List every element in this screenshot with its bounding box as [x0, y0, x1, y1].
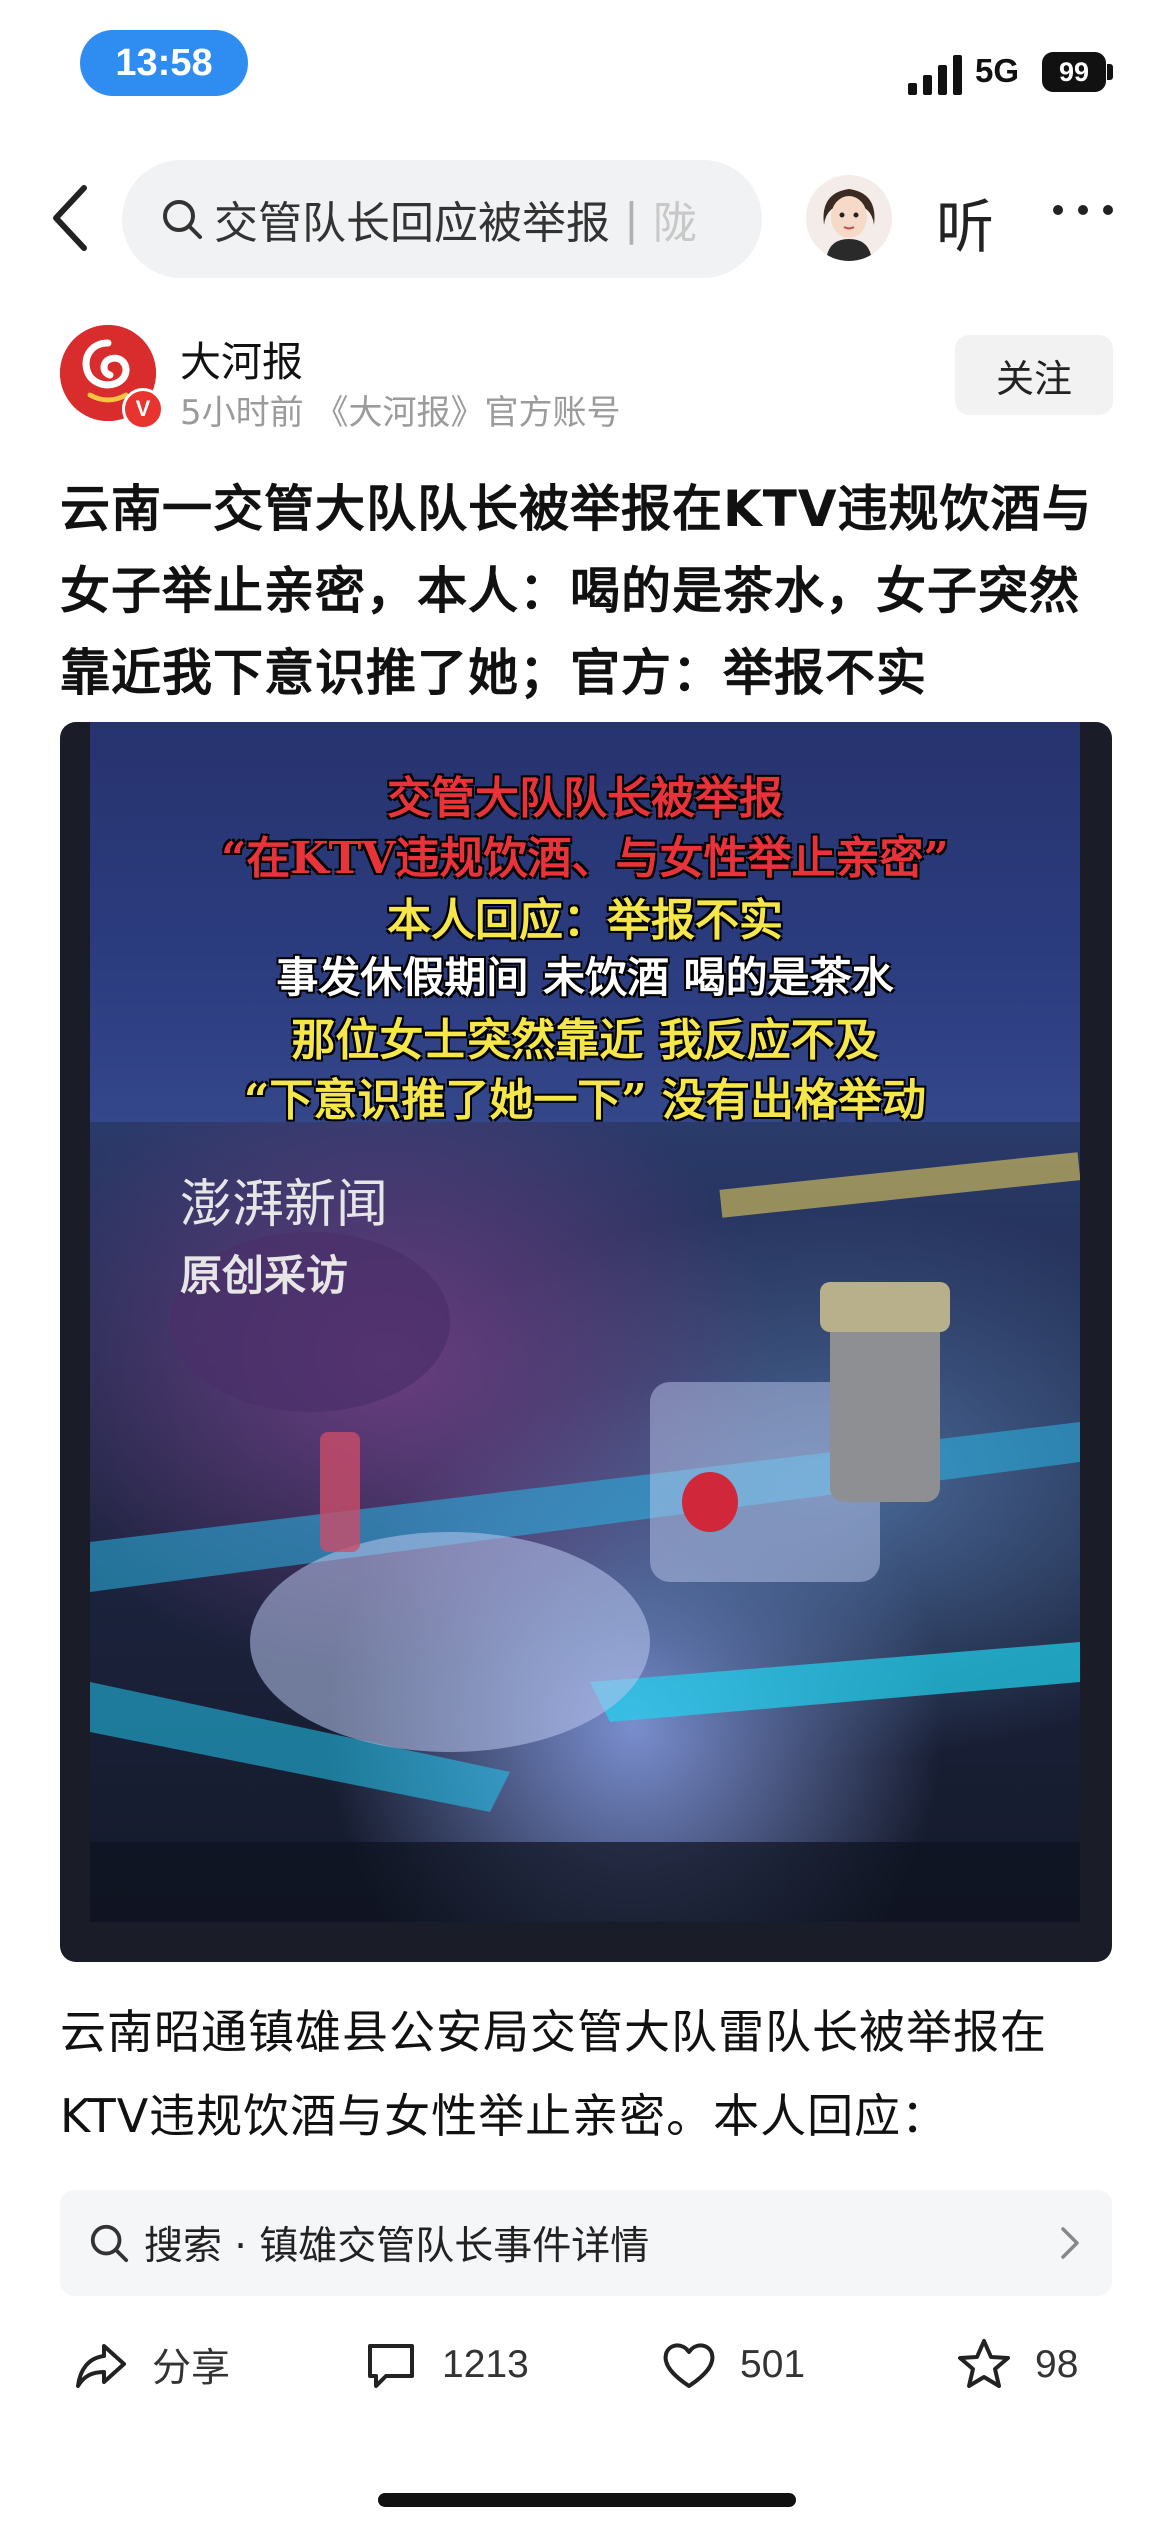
caption-line: “在KTV违规饮酒、与女性举止亲密” — [221, 833, 949, 884]
share-icon — [76, 2344, 126, 2388]
caption-line: 那位女士突然靠近 我反应不及 — [291, 1015, 879, 1066]
caption-line: 事发休假期间 未饮酒 喝的是茶水 — [276, 953, 894, 1002]
heart-icon — [663, 2343, 715, 2388]
battery-indicator: 99 — [1042, 52, 1106, 92]
watermark-subtitle: 原创采访 — [180, 1251, 349, 1300]
more-icon[interactable] — [1050, 200, 1116, 220]
follow-button[interactable]: 关注 — [955, 335, 1113, 415]
star-icon — [958, 2339, 1010, 2388]
network-type: 5G — [975, 52, 1020, 89]
caption-line: 交管大队队长被举报 — [387, 773, 783, 824]
search-icon — [163, 200, 202, 239]
share-button[interactable]: 分享 — [72, 2320, 230, 2410]
comment-icon — [368, 2344, 414, 2388]
article-video[interactable]: 交管大队队长被举报 “在KTV违规饮酒、与女性举止亲密” 本人回应：举报不实 事… — [60, 722, 1112, 1962]
search-separator: | — [624, 193, 639, 245]
home-indicator[interactable] — [378, 2493, 796, 2507]
caption-line: “下意识推了她一下” 没有出格举动 — [244, 1075, 926, 1126]
favorite-count: 98 — [1035, 2343, 1079, 2386]
author-name[interactable]: 大河报 — [180, 328, 303, 388]
comment-button[interactable]: 1213 — [362, 2320, 529, 2410]
status-time: 13:58 — [80, 30, 248, 96]
share-label: 分享 — [152, 2347, 231, 2390]
author-meta: 5小时前 《大河报》官方账号 — [180, 393, 621, 433]
suggestion-text: 搜索 · 镇雄交管队长事件详情 — [144, 2224, 650, 2269]
article-headline: 云南一交管大队队长被举报在KTV违规饮酒与女子举止亲密，本人：喝的是茶水，女子突… — [60, 480, 1093, 702]
back-arrow-icon[interactable] — [42, 178, 102, 258]
watermark-brand: 澎湃新闻 — [180, 1175, 389, 1235]
like-button[interactable]: 501 — [660, 2320, 805, 2410]
ai-avatar-icon[interactable] — [806, 175, 892, 261]
related-search-suggestion[interactable]: 搜索 · 镇雄交管队长事件详情 — [60, 2190, 1112, 2296]
search-input[interactable]: 交管队长回应被举报 | 陇 — [122, 160, 762, 278]
signal-icon — [908, 55, 962, 95]
caption-line: 本人回应：举报不实 — [387, 895, 783, 946]
battery-tip — [1107, 64, 1113, 80]
verified-icon: V — [122, 388, 164, 430]
article-summary: 云南昭通镇雄县公安局交管大队雷队长被举报在KTV违规饮酒与女性举止亲密。本人回应… — [60, 2005, 1047, 2143]
search-next-keyword: 陇 — [652, 198, 697, 249]
listen-button[interactable]: 听 — [936, 180, 994, 264]
favorite-button[interactable]: 98 — [955, 2320, 1078, 2410]
search-icon — [90, 2224, 129, 2263]
search-query: 交管队长回应被举报 — [214, 198, 610, 249]
like-count: 501 — [740, 2343, 806, 2386]
comment-count: 1213 — [442, 2343, 529, 2386]
chevron-right-icon — [1061, 2227, 1079, 2259]
